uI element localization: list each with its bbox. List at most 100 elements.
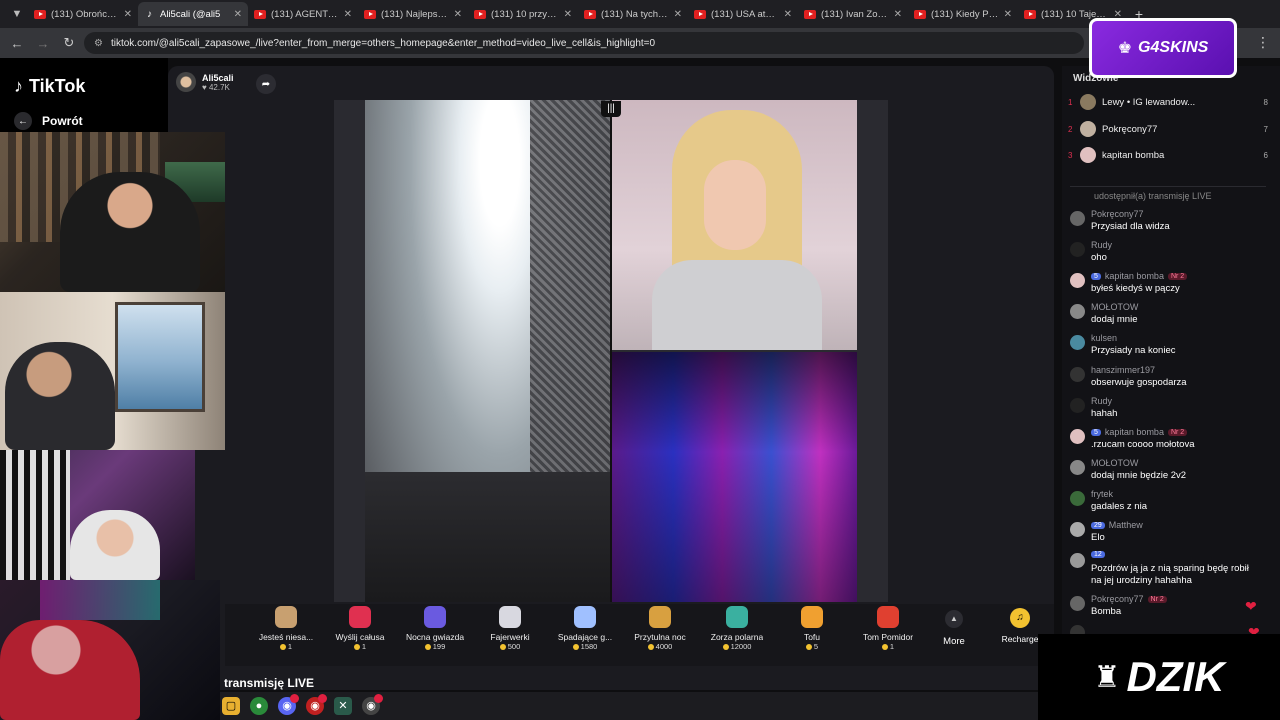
share-icon[interactable]: ➦ xyxy=(256,74,276,94)
browser-tab[interactable]: (131) Obrońcy Wo ✕ xyxy=(28,2,138,26)
chat-username[interactable]: MOŁOTOW xyxy=(1091,458,1138,468)
coin-icon xyxy=(805,643,812,650)
chat-username[interactable]: Pokręcony77 xyxy=(1091,594,1144,604)
chat-username[interactable]: Rudy xyxy=(1091,240,1112,250)
back-button[interactable]: ← Powrót xyxy=(14,112,83,130)
chrome-icon[interactable]: ● xyxy=(250,697,268,715)
obs-icon[interactable]: ◉ xyxy=(362,694,383,715)
coin-icon xyxy=(424,643,431,650)
gift-item[interactable]: Tofu 5 xyxy=(774,606,850,651)
browser-tab[interactable]: (131) Na tych prz ✕ xyxy=(578,2,688,26)
forward-icon[interactable]: → xyxy=(32,32,54,54)
gift-icon xyxy=(574,606,596,628)
tiktok-logo[interactable]: ♪ TikTok xyxy=(14,76,85,97)
gift-item[interactable]: Wyślij całusa 1 xyxy=(322,606,398,651)
browser-tab[interactable]: (131) AGENT ICE ✕ xyxy=(248,2,358,26)
chat-text: hahah xyxy=(1091,408,1118,419)
close-icon[interactable]: ✕ xyxy=(674,9,682,20)
chat-username[interactable]: hanszimmer197 xyxy=(1091,365,1155,375)
browser-tab[interactable]: (131) Najlepsze Te ✕ xyxy=(358,2,468,26)
app-icon[interactable]: ◉ xyxy=(306,694,327,715)
chat-username[interactable]: Pokręcony77 xyxy=(1091,209,1144,219)
avatar[interactable] xyxy=(1070,398,1085,413)
chat-username[interactable]: frytek xyxy=(1091,489,1113,499)
chat-username[interactable]: MOŁOTOW xyxy=(1091,302,1138,312)
top-viewer-row[interactable]: 1 Lewy • IG lewandow... 8 xyxy=(1068,93,1268,111)
avatar[interactable] xyxy=(1070,273,1085,288)
gift-item[interactable]: Tom Pomidor 1 xyxy=(850,606,926,651)
tab-title: Ali5cali (@ali5 xyxy=(160,8,221,20)
gift-item[interactable]: Przytulna noc 4000 xyxy=(622,606,698,651)
folder-icon[interactable]: ▢ xyxy=(222,697,240,715)
back-icon[interactable]: ← xyxy=(6,32,28,54)
avatar[interactable] xyxy=(1070,242,1085,257)
browser-tab[interactable]: (131) Ivan Zolo B ✕ xyxy=(798,2,908,26)
reload-icon[interactable]: ↻ xyxy=(58,32,80,54)
gift-item[interactable]: Jesteś niesa... 1 xyxy=(248,606,324,651)
gift-item[interactable]: Nocna gwiazda 199 xyxy=(397,606,473,651)
recharge-label: Recharge xyxy=(1001,634,1039,644)
avatar[interactable] xyxy=(1070,335,1085,350)
close-icon[interactable]: ✕ xyxy=(894,9,902,20)
tab-title: (131) 10 przywód xyxy=(491,8,559,20)
more-gifts-button[interactable]: ▲ More xyxy=(938,610,970,647)
chat-username[interactable]: Matthew xyxy=(1109,520,1143,530)
audio-bars-icon[interactable]: ||| xyxy=(601,101,621,117)
close-icon[interactable]: ✕ xyxy=(234,9,242,20)
youtube-icon xyxy=(364,9,376,19)
avatar[interactable] xyxy=(1070,304,1085,319)
avatar[interactable] xyxy=(1070,553,1085,568)
avatar[interactable] xyxy=(1070,460,1085,475)
avatar[interactable] xyxy=(1070,211,1085,226)
top-viewer-row[interactable]: 3 kapitan bomba 6 xyxy=(1068,146,1268,164)
close-icon[interactable]: ✕ xyxy=(1004,9,1012,20)
avatar[interactable] xyxy=(1070,367,1085,382)
close-icon[interactable]: ✕ xyxy=(784,9,792,20)
chat-user-line: 5 kapitan bomba Nr 2 xyxy=(1091,271,1188,281)
browser-tab[interactable]: (131) USA atakuje ✕ xyxy=(688,2,798,26)
xbox-icon[interactable]: ✕ xyxy=(334,697,352,715)
close-icon[interactable]: ✕ xyxy=(564,9,572,20)
window-view xyxy=(115,302,205,412)
gift-price: 1 xyxy=(353,642,366,651)
close-icon[interactable]: ✕ xyxy=(344,9,352,20)
video-panel-guest xyxy=(612,100,857,350)
gift-price: 199 xyxy=(424,642,445,651)
tab-search-dropdown-icon[interactable]: ▼ xyxy=(6,3,28,25)
close-icon[interactable]: ✕ xyxy=(124,9,132,20)
chat-username[interactable]: kulsen xyxy=(1091,333,1117,343)
top-viewer-row[interactable]: 2 Pokręcony77 7 xyxy=(1068,120,1268,138)
level-badge: 5 xyxy=(1091,428,1101,436)
site-info-icon[interactable]: ⚙ xyxy=(94,38,103,49)
avatar[interactable] xyxy=(1070,429,1085,444)
gift-item[interactable]: Zorza polarna 12000 xyxy=(699,606,775,651)
close-icon[interactable]: ✕ xyxy=(454,9,462,20)
coin-icon xyxy=(722,643,729,650)
browser-tab[interactable]: (131) 10 przywód ✕ xyxy=(468,2,578,26)
chat-username[interactable]: kapitan bomba xyxy=(1105,271,1164,281)
discord-icon[interactable]: ◉ xyxy=(278,694,299,715)
avatar[interactable] xyxy=(1070,522,1085,537)
chat-username[interactable]: kapitan bomba xyxy=(1105,427,1164,437)
address-bar[interactable]: ⚙ tiktok.com/@ali5cali_zapasowe_/live?en… xyxy=(84,32,1084,54)
gift-item[interactable]: Spadające g... 1580 xyxy=(547,606,623,651)
chat-user-line: kulsen xyxy=(1091,333,1117,343)
host-info[interactable]: Ali5cali ♥ 42.7K xyxy=(176,72,234,92)
viewer-name: kapitan bomba xyxy=(1102,149,1165,161)
floor xyxy=(365,472,610,602)
avatar xyxy=(1080,94,1096,110)
browser-tab[interactable]: ♪ Ali5cali (@ali5 ✕ xyxy=(138,2,248,26)
avatar[interactable] xyxy=(1070,491,1085,506)
gift-item[interactable]: Fajerwerki 500 xyxy=(472,606,548,651)
host-avatar[interactable] xyxy=(176,72,196,92)
youtube-icon xyxy=(694,9,706,19)
avatar[interactable] xyxy=(1070,596,1085,611)
chat-text: byłeś kiedyś w pączy xyxy=(1091,283,1180,294)
youtube-icon xyxy=(254,9,266,19)
chat-username[interactable]: Rudy xyxy=(1091,396,1112,406)
browser-tab[interactable]: (131) Kiedy Polic ✕ xyxy=(908,2,1018,26)
chat-text: oho xyxy=(1091,252,1107,263)
system-message: udostępnił(a) transmisję LIVE xyxy=(1094,191,1212,201)
facecam-1 xyxy=(0,132,225,292)
browser-menu-icon[interactable]: ⋮ xyxy=(1256,34,1270,51)
